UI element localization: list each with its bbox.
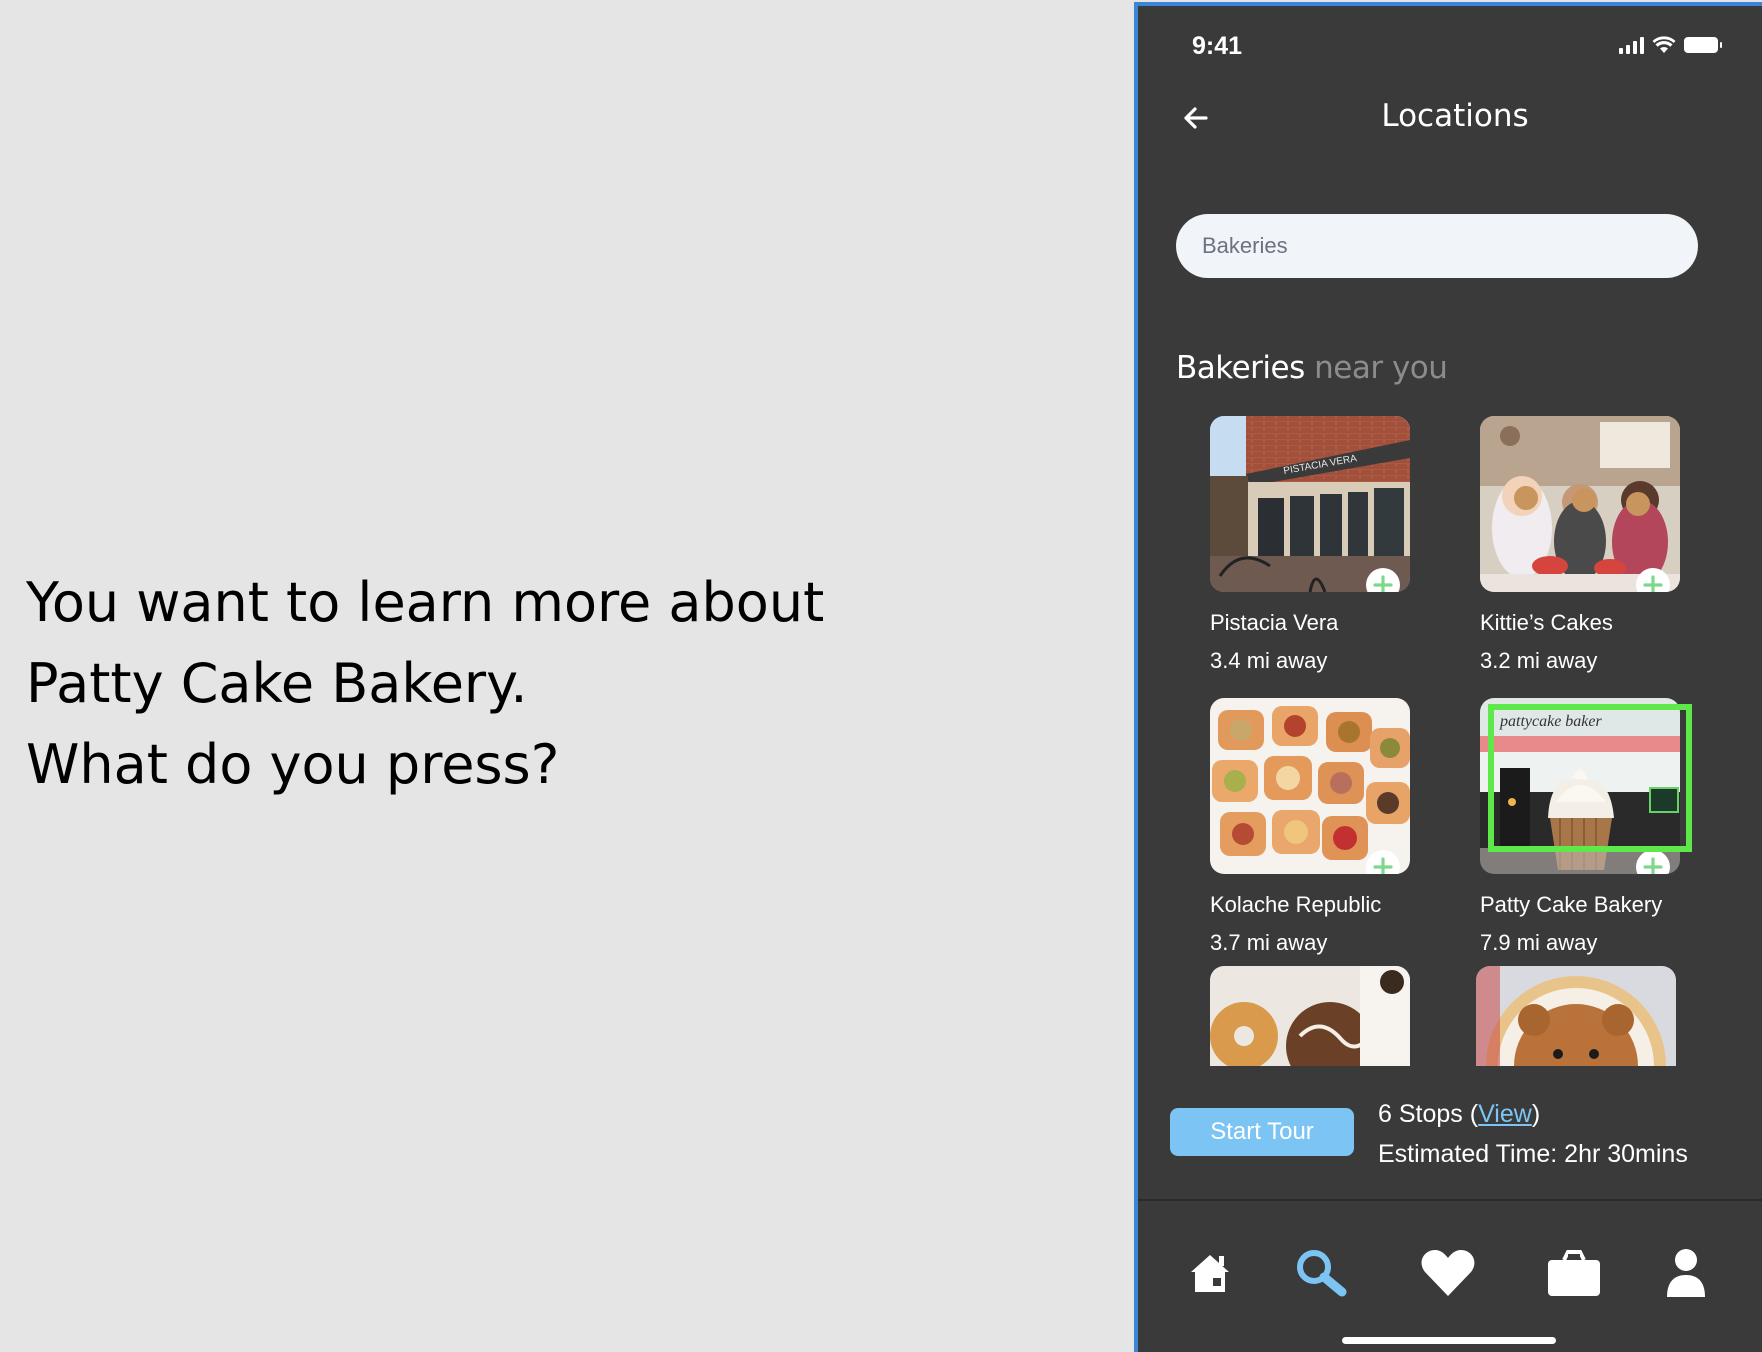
section-title-strong: Bakeries: [1176, 350, 1305, 386]
briefcase-icon: [1548, 1250, 1600, 1296]
status-bar: 9:41: [1138, 6, 1762, 86]
battery-icon: [1684, 37, 1722, 53]
bakery-card-pistacia-vera[interactable]: PISTACIA VERA Pistacia Vera 3.4 mi away: [1210, 416, 1410, 673]
tab-profile[interactable]: [1656, 1243, 1716, 1303]
bakery-distance: 7.9 mi away: [1480, 930, 1598, 955]
tab-favorites[interactable]: [1418, 1243, 1478, 1303]
bakery-distance: 3.7 mi away: [1210, 930, 1328, 955]
bear-bun-photo[interactable]: [1476, 966, 1676, 1066]
view-stops-link[interactable]: View: [1478, 1100, 1532, 1128]
home-indicator: [1342, 1337, 1556, 1344]
section-title-muted: near you: [1314, 350, 1448, 386]
prompt-line: You want to learn more about: [26, 571, 825, 634]
bakery-name[interactable]: Pistacia Vera: [1210, 610, 1338, 636]
pastries-photo[interactable]: [1210, 698, 1410, 874]
home-icon: [1191, 1255, 1229, 1292]
tab-trips[interactable]: [1544, 1243, 1604, 1303]
prompt-line: Patty Cake Bakery.: [26, 652, 528, 715]
tab-home[interactable]: [1180, 1243, 1240, 1303]
section-title: Bakeries near you: [1176, 350, 1448, 386]
signal-icon: [1619, 36, 1644, 54]
tour-bar: Start Tour 6 Stops (View) Estimated Time…: [1138, 1100, 1762, 1198]
profile-icon: [1667, 1249, 1705, 1297]
tab-search[interactable]: [1292, 1243, 1352, 1303]
heart-icon: [1421, 1250, 1475, 1296]
estimated-time: Estimated Time: 2hr 30mins: [1378, 1140, 1688, 1168]
bakery-name[interactable]: Kolache Republic: [1210, 892, 1381, 918]
tab-bar: [1138, 1201, 1762, 1352]
bakery-card-kolache-republic[interactable]: Kolache Republic 3.7 mi away: [1210, 698, 1410, 955]
bakery-name[interactable]: Kittie’s Cakes: [1480, 610, 1613, 636]
bakery-name[interactable]: Patty Cake Bakery: [1480, 892, 1662, 918]
status-icons: [1619, 36, 1722, 54]
bakery-distance: 3.4 mi away: [1210, 648, 1328, 673]
page-title: Locations: [1381, 98, 1529, 134]
start-tour-button[interactable]: Start Tour: [1170, 1108, 1354, 1156]
donuts-photo[interactable]: [1210, 966, 1410, 1066]
nav-header: Locations: [1138, 86, 1762, 150]
prompt-line: What do you press?: [26, 733, 560, 796]
wifi-icon: [1652, 36, 1676, 53]
search-input[interactable]: [1176, 214, 1698, 278]
phone-screen: 9:41 Locations Bakeries near you: [1134, 2, 1762, 1352]
bakery-card-kitties-cakes[interactable]: Kittie’s Cakes 3.2 mi away: [1480, 416, 1680, 673]
bakery-distance: 3.2 mi away: [1480, 648, 1598, 673]
storefront-photo[interactable]: PISTACIA VERA: [1210, 416, 1410, 592]
tour-stops: 6 Stops (View): [1378, 1100, 1541, 1128]
people-eating-photo[interactable]: [1480, 416, 1680, 592]
bakery-card-donuts[interactable]: [1210, 966, 1410, 1066]
tour-info: 6 Stops (View) Estimated Time: 2hr 30min…: [1378, 1094, 1688, 1174]
task-prompt: You want to learn more about Patty Cake …: [26, 562, 1086, 805]
search-icon: [1297, 1250, 1347, 1297]
target-highlight-box: [1488, 704, 1692, 852]
bakery-card-bear-bun[interactable]: [1476, 966, 1676, 1066]
status-time: 9:41: [1192, 32, 1243, 60]
